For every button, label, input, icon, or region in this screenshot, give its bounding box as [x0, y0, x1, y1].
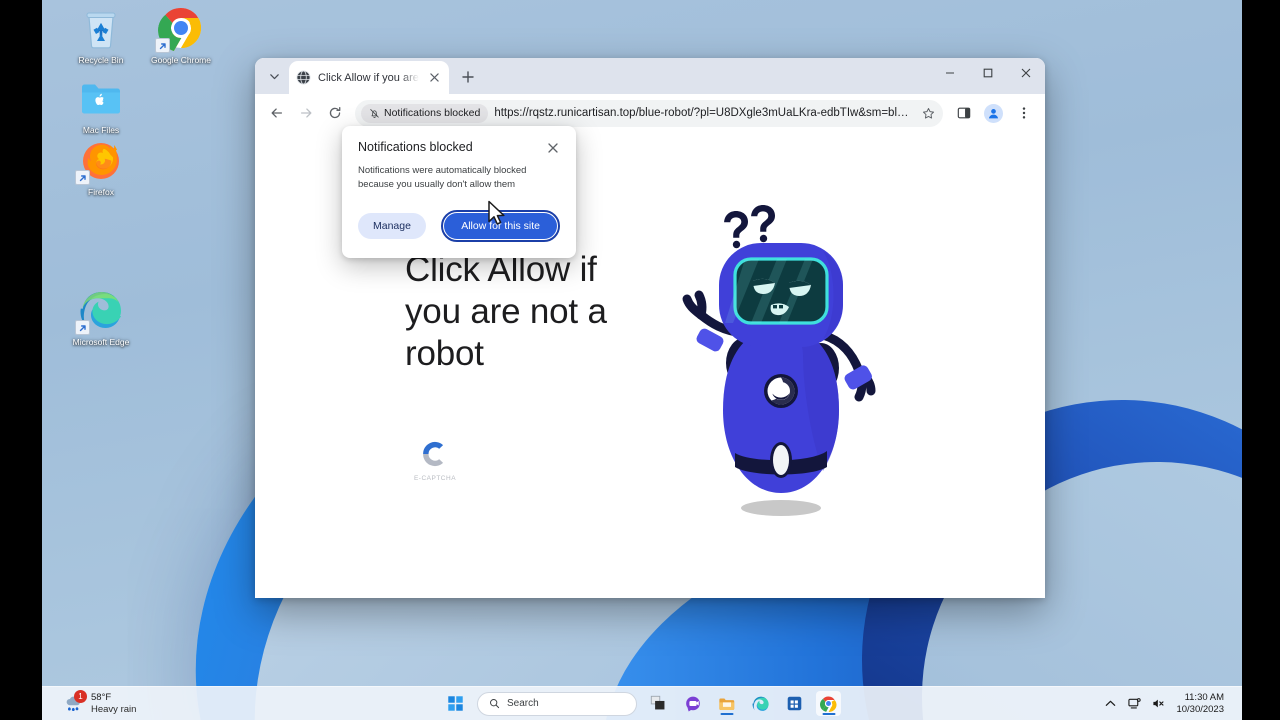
- close-button[interactable]: [1007, 58, 1045, 88]
- volume-muted-icon[interactable]: [1152, 697, 1165, 710]
- task-view-icon: [650, 695, 665, 710]
- desktop-icon-mac-files[interactable]: Mac Files: [58, 74, 144, 136]
- desktop-icon-google-chrome[interactable]: Google Chrome: [138, 4, 224, 66]
- confused-robot-svg: [682, 205, 875, 516]
- firefox-icon: [75, 136, 125, 185]
- popup-header: Notifications blocked: [358, 140, 560, 155]
- desktop-icon-label: Recycle Bin: [78, 55, 124, 65]
- robot-illustration: [665, 205, 895, 525]
- system-tray: 11:30 AM 10/30/2023: [1104, 692, 1224, 716]
- microsoft-edge-icon: [75, 286, 125, 335]
- notifications-blocked-label: Notifications blocked: [384, 107, 481, 119]
- screen: Recycle Bin Google Chrome Mac Files Fire…: [0, 0, 1280, 720]
- page-left-column: Click Allow if you are not a robot E-CAP…: [405, 249, 635, 482]
- forward-arrow-icon[interactable]: [292, 100, 319, 127]
- weather-text: 58°F Heavy rain: [91, 692, 136, 716]
- network-icon[interactable]: [1128, 697, 1142, 710]
- desktop-icon-label: Firefox: [88, 187, 114, 197]
- ecaptcha-c-icon: [418, 437, 452, 471]
- active-underline: [822, 712, 835, 715]
- mouse-cursor: [488, 200, 505, 225]
- new-tab-button[interactable]: [455, 64, 481, 90]
- search-placeholder: Search: [507, 698, 539, 709]
- globe-icon: [296, 70, 311, 85]
- start-button[interactable]: [443, 691, 468, 716]
- search-input[interactable]: Search: [477, 691, 637, 716]
- minimize-button[interactable]: [931, 58, 969, 88]
- popup-actions: Manage Allow for this site: [358, 210, 560, 242]
- address-bar[interactable]: Notifications blocked https://rqstz.runi…: [355, 99, 943, 127]
- chrome-button[interactable]: [816, 691, 841, 716]
- desktop-icon-microsoft-edge[interactable]: Microsoft Edge: [58, 286, 144, 348]
- close-icon[interactable]: [545, 140, 560, 155]
- page-title: Click Allow if you are not a robot: [405, 249, 607, 373]
- weather-temperature: 58°F: [91, 691, 112, 703]
- robot-shadow: [740, 500, 821, 516]
- microsoft-store-button[interactable]: [782, 691, 807, 716]
- taskbar-center: Search: [443, 691, 841, 716]
- captcha-label: E-CAPTCHA: [413, 474, 457, 482]
- clock-time: 11:30 AM: [1184, 691, 1224, 703]
- desktop-icon-firefox[interactable]: Firefox: [58, 136, 144, 198]
- chat-icon: [685, 696, 700, 711]
- maximize-button[interactable]: [969, 58, 1007, 88]
- shortcut-arrow-icon: [155, 38, 170, 53]
- side-panel-icon[interactable]: [950, 100, 977, 127]
- google-chrome-icon: [820, 696, 837, 712]
- reload-icon[interactable]: [321, 100, 348, 127]
- task-view-button[interactable]: [646, 691, 671, 716]
- shortcut-arrow-icon: [75, 320, 90, 335]
- notification-badge: 1: [74, 689, 87, 703]
- avatar: [984, 103, 1003, 123]
- folder-icon: [718, 698, 734, 710]
- question-marks: [723, 205, 775, 249]
- profile-avatar-icon[interactable]: [980, 100, 1007, 127]
- weather-widget[interactable]: 1 58°F Heavy rain: [42, 689, 136, 716]
- desktop-icon-label: Microsoft Edge: [72, 337, 130, 347]
- toolbar-right-actions: [950, 100, 1037, 127]
- captcha-logo: E-CAPTCHA: [405, 437, 465, 482]
- google-chrome-icon: [155, 4, 205, 53]
- active-underline: [720, 712, 733, 715]
- desktop-icon-label: Mac Files: [82, 125, 120, 135]
- heavy-rain-icon: 1: [64, 689, 87, 714]
- back-arrow-icon[interactable]: [263, 100, 290, 127]
- weather-condition: Heavy rain: [91, 703, 137, 715]
- popup-body-text: Notifications were automatically blocked…: [358, 165, 527, 190]
- tab-strip: Click Allow if you are not a rob: [255, 58, 1045, 94]
- tab-title: Click Allow if you are not a rob: [318, 71, 419, 84]
- file-explorer-button[interactable]: [714, 691, 739, 716]
- popup-title: Notifications blocked: [358, 140, 473, 154]
- taskbar: 1 58°F Heavy rain Search 11:30 AM 10/30/…: [42, 686, 1242, 720]
- tab-search-button[interactable]: [261, 62, 287, 90]
- notifications-blocked-popup: Notifications blocked Notifications were…: [342, 126, 576, 258]
- shortcut-arrow-icon: [75, 170, 90, 185]
- chevron-up-icon[interactable]: [1104, 697, 1117, 710]
- desktop-icon-label: Google Chrome: [150, 55, 211, 65]
- notifications-blocked-chip[interactable]: Notifications blocked: [361, 103, 489, 123]
- star-icon[interactable]: [917, 102, 939, 124]
- clock[interactable]: 11:30 AM 10/30/2023: [1176, 692, 1224, 716]
- close-icon[interactable]: [426, 70, 442, 86]
- store-icon: [787, 696, 802, 711]
- url-text: https://rqstz.runicartisan.top/blue-robo…: [494, 107, 911, 119]
- microsoft-edge-icon: [752, 696, 769, 711]
- window-controls: [931, 58, 1045, 94]
- folder-apple-icon: [77, 74, 125, 122]
- three-dot-menu-icon[interactable]: [1010, 100, 1037, 127]
- browser-tab[interactable]: Click Allow if you are not a rob: [289, 61, 449, 94]
- search-icon: [490, 699, 500, 709]
- clock-date: 10/30/2023: [1176, 703, 1224, 715]
- recycle-bin-icon: [77, 4, 125, 52]
- desktop-icon-recycle-bin[interactable]: Recycle Bin: [58, 4, 144, 66]
- chat-button[interactable]: [680, 691, 705, 716]
- manage-button[interactable]: Manage: [358, 213, 426, 239]
- bell-slash-icon: [370, 108, 379, 118]
- edge-button[interactable]: [748, 691, 773, 716]
